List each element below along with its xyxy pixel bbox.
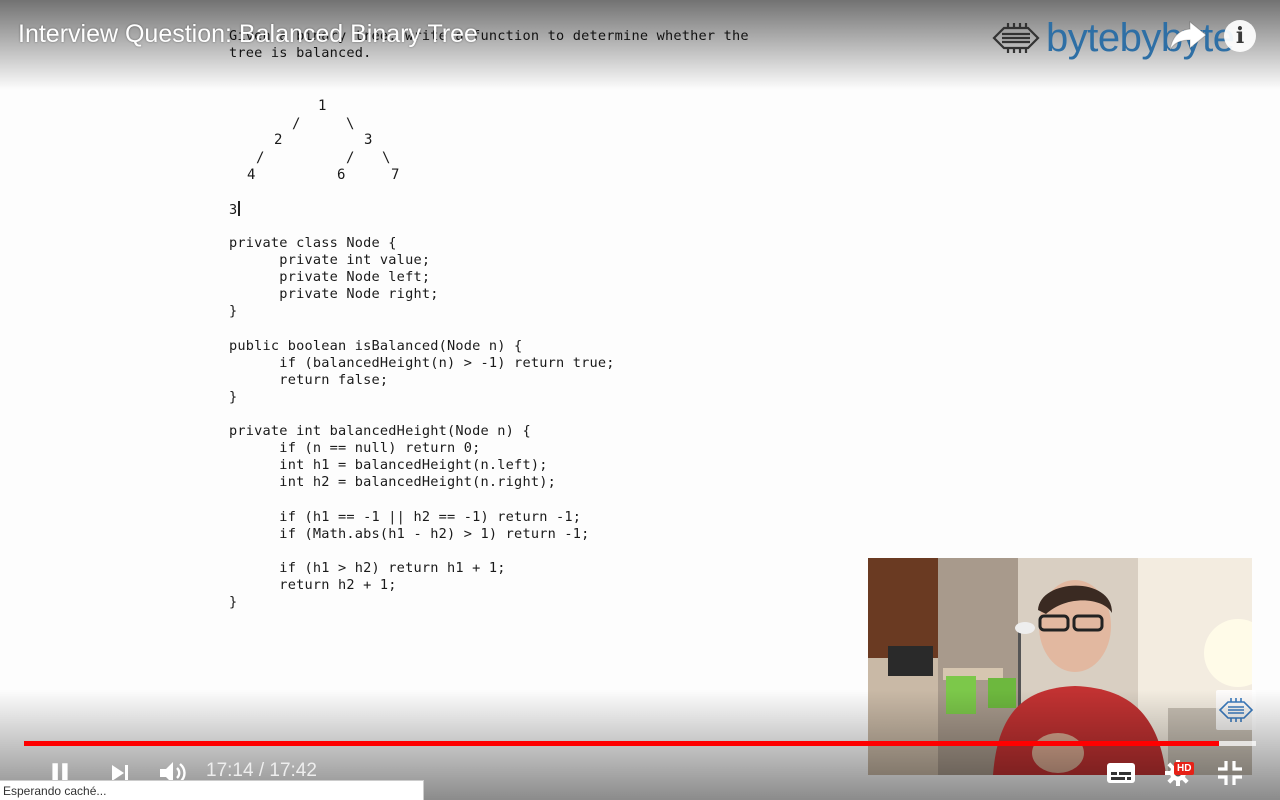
tree-edge: /: [346, 150, 355, 166]
code-line: if (Math.abs(h1 - h2) > 1) return -1;: [229, 525, 590, 542]
tree-node-right-right: 7: [391, 167, 400, 183]
code-line: int h2 = balancedHeight(n.right);: [229, 474, 556, 491]
code-line: private int value;: [229, 252, 431, 269]
annotation-text: 3: [229, 202, 238, 218]
info-button[interactable]: i: [1224, 20, 1256, 52]
video-player[interactable]: Given a binary tree, write a function to…: [0, 0, 1280, 800]
tree-node-left-left: 4: [247, 167, 256, 183]
code-line: if (h1 == -1 || h2 == -1) return -1;: [229, 508, 582, 525]
exit-fullscreen-button[interactable]: [1212, 756, 1248, 790]
tree-edge: \: [346, 116, 355, 132]
video-title[interactable]: Interview Question: Balanced Binary Tree: [18, 20, 478, 49]
current-time: 17:14: [206, 760, 254, 781]
browser-status-bar: Esperando caché...: [0, 780, 424, 800]
code-line: if (n == null) return 0;: [229, 440, 481, 457]
time-separator: /: [253, 760, 270, 781]
tree-edge: \: [382, 150, 391, 166]
code-line: private Node right;: [229, 286, 439, 303]
share-icon: [1169, 20, 1207, 51]
code-line: }: [229, 388, 238, 405]
chip-logo-icon: [992, 23, 1040, 53]
tree-node-right-left: 6: [337, 167, 346, 183]
share-button[interactable]: [1168, 18, 1208, 54]
code-line: private int balancedHeight(Node n) {: [229, 423, 531, 440]
code-line: private Node left;: [229, 269, 431, 286]
code-line: if (balancedHeight(n) > -1) return true;: [229, 354, 615, 371]
tree-node-root: 1: [318, 98, 327, 114]
time-display: 17:14 / 17:42: [206, 760, 317, 782]
code-line: return false;: [229, 371, 389, 388]
code-line: if (h1 > h2) return h1 + 1;: [229, 559, 506, 576]
tree-edge: /: [292, 116, 301, 132]
tree-node-left: 2: [274, 132, 283, 148]
code-line: public boolean isBalanced(Node n) {: [229, 337, 523, 354]
code-line: private class Node {: [229, 235, 397, 251]
tree-node-right: 3: [364, 132, 373, 148]
channel-watermark[interactable]: [1216, 690, 1256, 730]
hd-badge: HD: [1174, 762, 1195, 775]
code-line: }: [229, 594, 238, 611]
chip-logo-icon: [1218, 698, 1254, 722]
played-bar: [24, 741, 1220, 746]
text-cursor: [238, 201, 241, 216]
subtitles-button[interactable]: [1104, 756, 1138, 790]
duration: 17:42: [269, 760, 317, 781]
progress-bar[interactable]: [24, 741, 1256, 746]
code-line: int h1 = balancedHeight(n.left);: [229, 457, 548, 474]
code-line: return h2 + 1;: [229, 577, 397, 593]
subtitles-icon: [1107, 763, 1135, 783]
info-icon: i: [1235, 23, 1245, 49]
code-slide: Given a binary tree, write a function to…: [229, 28, 849, 628]
tree-edge: /: [256, 150, 265, 166]
annotation-line: 3: [229, 201, 241, 219]
exit-fullscreen-icon: [1218, 761, 1242, 785]
code-line: }: [229, 303, 238, 320]
